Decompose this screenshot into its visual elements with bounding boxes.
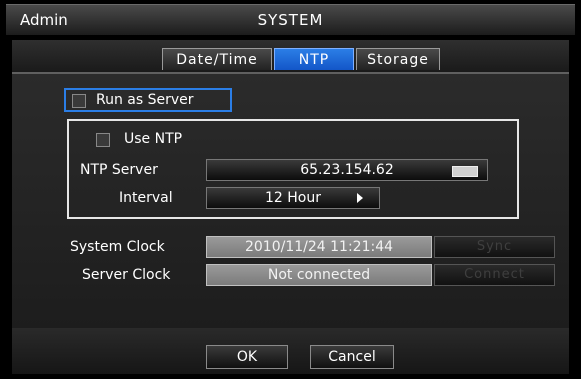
server-clock-value: Not connected — [206, 264, 432, 286]
run-as-server-checkbox[interactable] — [72, 94, 86, 108]
sync-button[interactable]: Sync — [434, 236, 555, 258]
keyboard-icon[interactable] — [452, 166, 478, 177]
run-as-server-row[interactable]: Run as Server — [64, 88, 232, 112]
footer-bar — [12, 328, 569, 374]
tab-storage[interactable]: Storage — [356, 48, 440, 70]
system-clock-value: 2010/11/24 11:21:44 — [206, 236, 432, 258]
tab-ntp[interactable]: NTP — [274, 48, 354, 70]
connect-button[interactable]: Connect — [434, 264, 555, 286]
system-window: Admin SYSTEM Date/Time NTP Storage Run a… — [0, 0, 581, 379]
tab-date-time[interactable]: Date/Time — [162, 48, 272, 70]
arrow-right-icon — [357, 193, 363, 203]
use-ntp-label: Use NTP — [124, 131, 183, 147]
cancel-button[interactable]: Cancel — [310, 345, 394, 369]
ntp-server-value: 65.23.154.62 — [300, 162, 394, 178]
interval-label: Interval — [119, 190, 173, 206]
title-bar: Admin SYSTEM — [6, 4, 575, 35]
window-title: SYSTEM — [257, 11, 324, 29]
server-clock-label: Server Clock — [82, 267, 171, 283]
interval-select[interactable]: 12 Hour — [206, 187, 380, 209]
ntp-server-label: NTP Server — [80, 162, 158, 178]
system-clock-label: System Clock — [70, 239, 165, 255]
ntp-server-field[interactable]: 65.23.154.62 — [206, 159, 488, 181]
tab-bar: Date/Time NTP Storage — [12, 40, 569, 74]
use-ntp-checkbox[interactable] — [96, 133, 110, 147]
ok-button[interactable]: OK — [206, 345, 288, 369]
run-as-server-label: Run as Server — [96, 92, 194, 108]
interval-value: 12 Hour — [265, 190, 321, 206]
